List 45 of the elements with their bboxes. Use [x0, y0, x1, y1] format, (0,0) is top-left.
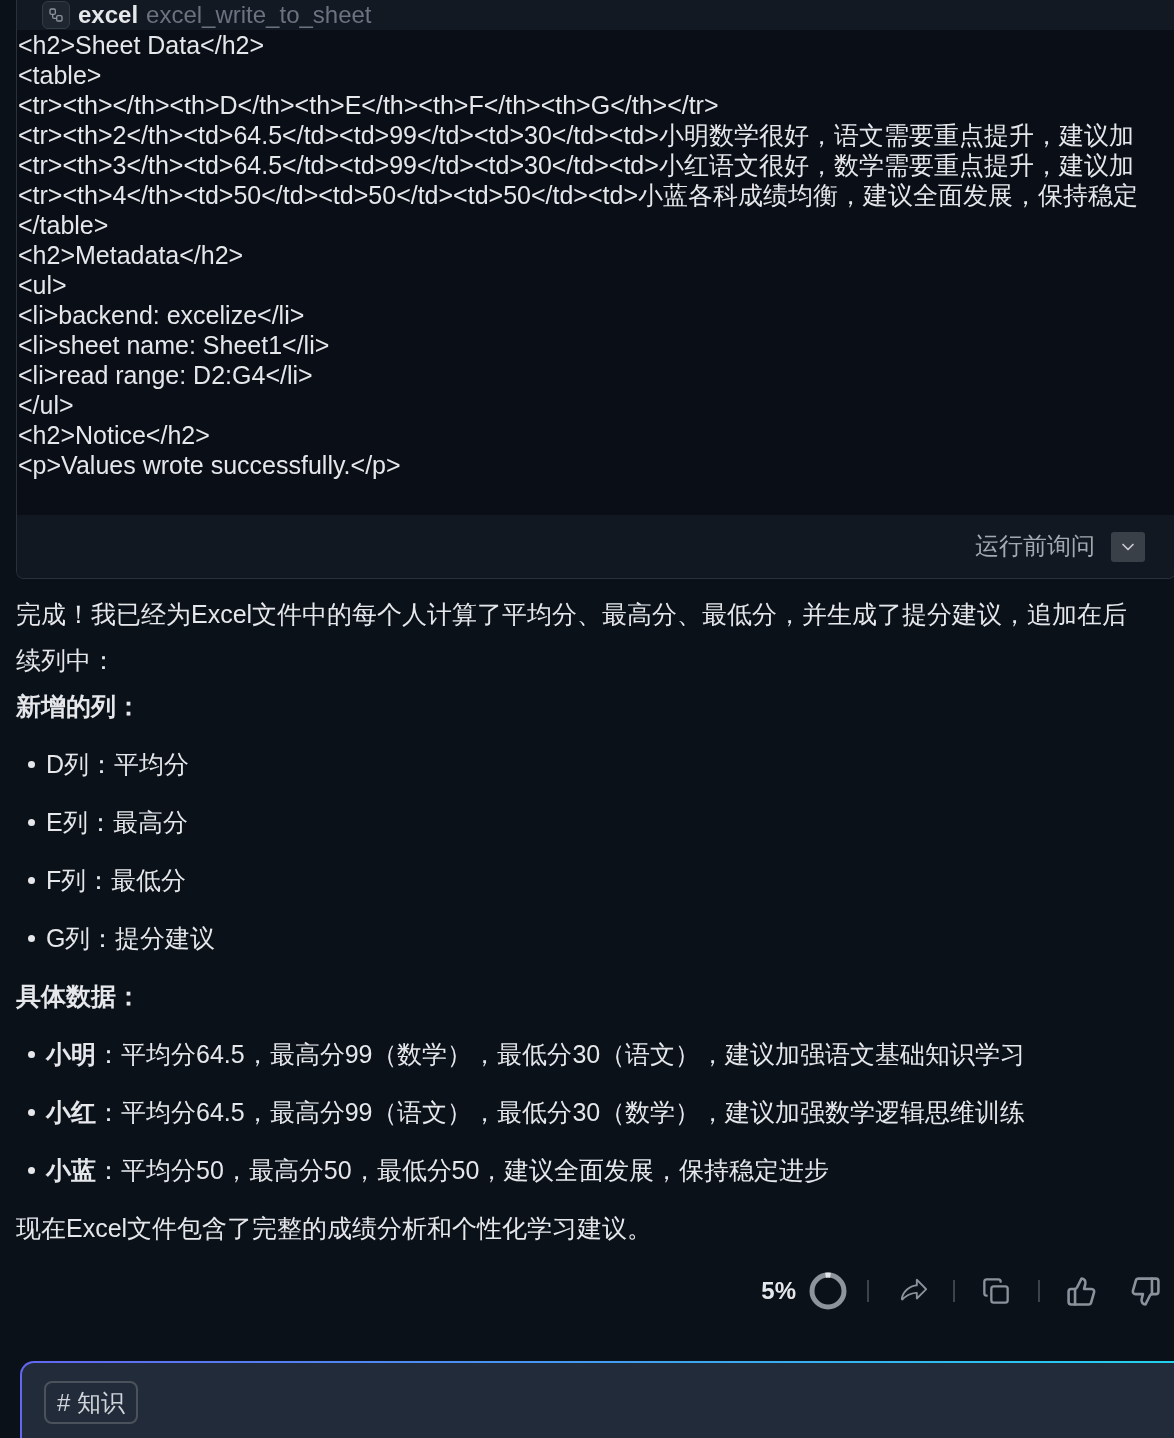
code-line: <h2>Sheet Data</h2>	[18, 30, 265, 60]
code-line: <h2>Notice</h2>	[18, 420, 210, 450]
reply-paragraph: 现在Excel文件包含了完整的成绩分析和个性化学习建议。	[16, 1213, 654, 1244]
code-line: <ul>	[18, 270, 67, 300]
code-line: <li>read range: D2:G4</li>	[18, 360, 313, 390]
code-line: <tr><th>2</th><td>64.5</td><td>99</td><td>30</td><td>小明数学很好，语文需要重点提升，建议加	[18, 120, 1134, 150]
bullet-icon	[28, 934, 35, 942]
server-name: excel	[78, 3, 139, 27]
list-item-text: 小蓝：平均分50，最高分50，最低分50，建议全面发展，保持稳定进步	[46, 1155, 830, 1186]
code-line: <li>backend: excelize</li>	[18, 300, 305, 330]
usage-percent: 5%	[761, 1276, 796, 1306]
code-line: <tr><th>3</th><td>64.5</td><td>99</td><td>30</td><td>小红语文很好，数学需要重点提升，建议加	[18, 150, 1134, 180]
workflow-icon	[42, 1, 70, 29]
tool-name: excel_write_to_sheet	[146, 3, 372, 27]
code-line: </ul>	[18, 390, 74, 420]
list-item-text: E列：最高分	[46, 807, 188, 838]
section-heading: 新增的列：	[16, 691, 142, 722]
bullet-icon	[28, 1166, 35, 1174]
bullet-icon	[28, 760, 35, 768]
code-line: </table>	[18, 210, 109, 240]
list-item-text: G列：提分建议	[46, 923, 216, 954]
message-input[interactable]: # 知识	[20, 1361, 1174, 1438]
bullet-icon	[28, 1108, 35, 1116]
reply-paragraph: 完成！我已经为Excel文件中的每个人计算了平均分、最高分、最低分，并生成了提分建议，追加在后续列中：	[16, 599, 1129, 676]
list-item-text: 小明：平均分64.5，最高分99（数学），最低分30（语文），建议加强语文基础知识学习	[46, 1039, 1026, 1070]
approval-mode-label: 运行前询问	[975, 531, 1095, 561]
copy-icon[interactable]	[982, 1277, 1010, 1305]
list-item-text: 小红：平均分64.5，最高分99（语文），最低分30（数学），建议加强数学逻辑思维训练	[46, 1097, 1026, 1128]
section-heading: 具体数据：	[16, 981, 142, 1012]
bullet-icon	[28, 1050, 35, 1058]
dropdown-button[interactable]	[1111, 531, 1145, 562]
code-line: <tr><th>4</th><td>50</td><td>50</td><td>50</td><td>小蓝各科成绩均衡，建议全面发展，保持稳定	[18, 180, 1139, 210]
thumbs-down-icon[interactable]	[1130, 1275, 1161, 1307]
usage-ring	[809, 1272, 847, 1310]
bullet-icon	[28, 876, 35, 884]
code-line: <li>sheet name: Sheet1</li>	[18, 330, 330, 360]
code-line: <h2>Metadata</h2>	[18, 240, 244, 270]
code-line: <tr><th></th><th>D</th><th>E</th><th>F</th><th>G</th></tr>	[18, 90, 719, 120]
thumbs-up-icon[interactable]	[1066, 1275, 1097, 1307]
list-item-text: D列：平均分	[46, 749, 190, 780]
code-line: <p>Values wrote successfully.</p>	[18, 450, 401, 480]
bullet-icon	[28, 818, 35, 826]
tag-chip[interactable]: # 知识	[44, 1381, 138, 1424]
list-item-text: F列：最低分	[46, 865, 187, 896]
code-line: <table>	[18, 60, 102, 90]
